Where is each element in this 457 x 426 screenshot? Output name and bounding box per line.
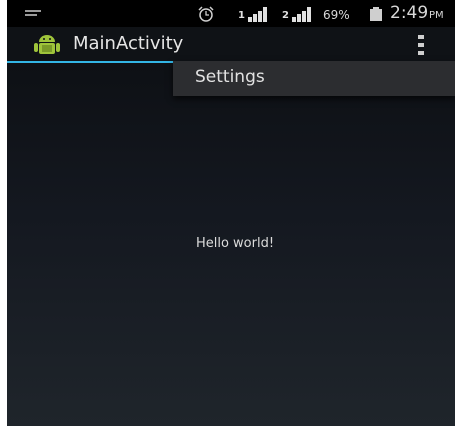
signal-sim2-icon: 2 [280, 6, 314, 22]
action-bar: MainActivity [7, 27, 455, 63]
android-icon[interactable] [33, 32, 61, 56]
phone-screen: 1 2 69% 2:49 PM MainActivity Hello world… [7, 0, 455, 426]
sim2-label: 2 [282, 10, 289, 21]
alarm-icon [198, 6, 214, 22]
status-ampm: PM [429, 10, 444, 21]
menu-item-label: Settings [195, 67, 265, 87]
status-bar: 1 2 69% 2:49 PM [7, 0, 455, 27]
battery-percent: 69% [323, 8, 350, 22]
overflow-dot [418, 35, 424, 39]
overflow-dot [418, 51, 424, 55]
overflow-menu: Settings [173, 61, 455, 96]
overflow-menu-icon[interactable] [417, 35, 425, 55]
signal-sim1-icon: 1 [236, 6, 270, 22]
overflow-dot [418, 43, 424, 47]
page-title: MainActivity [73, 33, 184, 54]
status-time: 2:49 [390, 3, 429, 23]
notification-icon [25, 10, 41, 16]
battery-icon [370, 7, 382, 21]
menu-item-settings[interactable]: Settings [173, 61, 455, 96]
hello-world-text: Hello world! [195, 236, 275, 251]
sim1-label: 1 [238, 10, 245, 21]
